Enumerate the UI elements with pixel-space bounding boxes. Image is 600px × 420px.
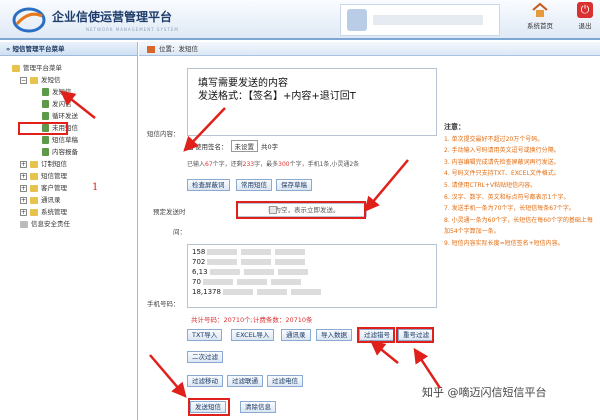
annotation-arrows (60, 90, 442, 398)
